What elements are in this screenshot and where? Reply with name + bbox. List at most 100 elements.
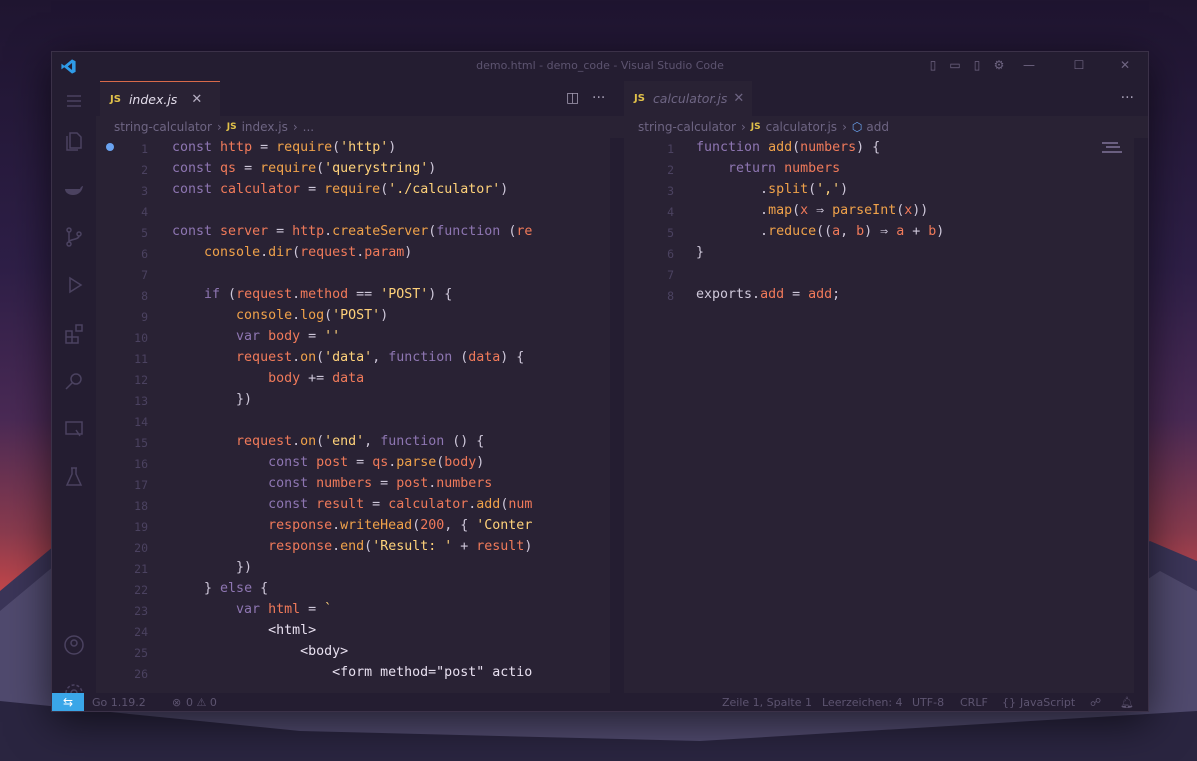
code-line[interactable]: var body = '' (172, 329, 340, 344)
notifications-bell-icon[interactable]: 🔔︎ (1120, 696, 1134, 709)
scrollbar-right[interactable] (1134, 138, 1148, 693)
code-line[interactable]: exports.add = add; (696, 287, 840, 302)
activity-bar (52, 81, 96, 702)
chevron-right-icon: › (740, 120, 746, 134)
testing-icon[interactable] (62, 465, 86, 489)
code-line[interactable]: <form method="post" actio (172, 665, 532, 680)
maximize-icon[interactable]: ☐ (1070, 56, 1088, 74)
code-line[interactable]: body += data (172, 371, 364, 386)
symbol-method-icon: ⬡ (851, 120, 863, 134)
menu-icon[interactable] (62, 89, 86, 113)
toggle-panel-icon[interactable]: ▭ (946, 56, 964, 74)
code-line[interactable]: if (request.method == 'POST') { (172, 287, 452, 302)
chevron-right-icon: › (216, 120, 222, 134)
line-number: 4 (141, 205, 148, 219)
code-line[interactable]: request.on('data', function (data) { (172, 350, 524, 365)
code-line[interactable]: } (696, 245, 704, 260)
code-line[interactable]: const http = require('http') (172, 140, 396, 155)
search-icon[interactable] (62, 369, 86, 393)
code-line[interactable]: const post = qs.parse(body) (172, 455, 484, 470)
code-line[interactable]: const result = calculator.add(num (172, 497, 532, 512)
line-number: 4 (667, 205, 674, 219)
code-line[interactable]: const calculator = require('./calculator… (172, 182, 508, 197)
code-line[interactable]: response.end('Result: ' + result) (172, 539, 532, 554)
code-line[interactable]: }) (172, 560, 252, 575)
more-actions-icon[interactable]: ··· (1121, 90, 1134, 106)
problems-icon[interactable]: ⊗ (172, 696, 181, 709)
close-tab-icon[interactable]: ✕ (191, 92, 202, 107)
customize-layout-icon[interactable]: ⚙ (990, 56, 1008, 74)
remote-indicator-icon[interactable]: ⇆ (52, 693, 84, 711)
line-number: 26 (134, 667, 148, 681)
line-ending[interactable]: CRLF (960, 696, 988, 709)
explorer-icon[interactable] (62, 129, 86, 153)
line-number: 12 (134, 373, 148, 387)
scrollbar-left[interactable] (610, 138, 624, 693)
line-number: 1 (141, 142, 148, 156)
source-control-icon[interactable] (62, 225, 86, 249)
line-number: 3 (141, 184, 148, 198)
breadcrumb-file[interactable]: index.js (242, 120, 288, 134)
breadcrumb-symbol[interactable]: add (866, 120, 889, 134)
code-editor-right[interactable]: 1 function add(numbers) {2 return numbers… (624, 140, 1148, 693)
code-line[interactable]: const server = http.createServer(functio… (172, 224, 532, 239)
feedback-icon[interactable]: ☍ (1090, 696, 1101, 709)
line-number: 3 (667, 184, 674, 198)
extensions-icon[interactable] (62, 321, 86, 345)
breadcrumb-folder[interactable]: string-calculator (638, 120, 736, 134)
code-line[interactable]: }) (172, 392, 252, 407)
line-number: 7 (667, 268, 674, 282)
line-number: 11 (134, 352, 148, 366)
line-number: 17 (134, 478, 148, 492)
go-version[interactable]: Go 1.19.2 (92, 696, 146, 709)
minimap[interactable] (1102, 141, 1132, 155)
line-number: 10 (134, 331, 148, 345)
code-line[interactable]: response.writeHead(200, { 'Conter (172, 518, 532, 533)
line-number: 8 (141, 289, 148, 303)
line-number: 5 (141, 226, 148, 240)
code-line[interactable]: const qs = require('querystring') (172, 161, 436, 176)
code-line[interactable]: console.dir(request.param) (172, 245, 412, 260)
code-line[interactable]: var html = ` (172, 602, 332, 617)
run-debug-icon[interactable] (62, 273, 86, 297)
line-number: 15 (134, 436, 148, 450)
code-line[interactable]: .map(x ⇒ parseInt(x)) (696, 203, 928, 218)
toggle-secondary-sidebar-icon[interactable]: ▯ (968, 56, 986, 74)
cursor-position[interactable]: Zeile 1, Spalte 1 (722, 696, 812, 709)
more-actions-icon[interactable]: ··· (592, 90, 605, 106)
remote-explorer-icon[interactable] (62, 417, 86, 441)
toggle-sidebar-icon[interactable]: ▯ (924, 56, 942, 74)
code-line[interactable]: console.log('POST') (172, 308, 388, 323)
breadcrumb-more[interactable]: ... (303, 120, 314, 134)
code-line[interactable]: function add(numbers) { (696, 140, 880, 155)
code-editor-left[interactable]: 1 const http = require('http') 2 const qs =… (96, 140, 624, 693)
js-file-icon: JS (750, 122, 761, 132)
split-editor-icon[interactable]: ◫ (566, 90, 579, 106)
code-line[interactable]: const numbers = post.numbers (172, 476, 492, 491)
line-number: 7 (141, 268, 148, 282)
encoding[interactable]: UTF-8 (912, 696, 944, 709)
line-number: 22 (134, 583, 148, 597)
problems-count[interactable]: 0 ⚠ 0 (186, 696, 217, 709)
close-tab-icon[interactable]: ✕ (733, 91, 744, 106)
code-line[interactable]: .split(',') (696, 182, 848, 197)
language-mode[interactable]: JavaScript (1020, 696, 1075, 709)
docker-icon[interactable] (62, 177, 86, 201)
breadcrumb-folder[interactable]: string-calculator (114, 120, 212, 134)
breadcrumb-file[interactable]: calculator.js (766, 120, 837, 134)
code-line[interactable]: <html> (172, 623, 316, 638)
code-line[interactable]: request.on('end', function () { (172, 434, 484, 449)
tab-index-js[interactable]: JS index.js ✕ (100, 81, 220, 116)
line-number: 19 (134, 520, 148, 534)
code-line[interactable]: <body> (172, 644, 348, 659)
minimize-icon[interactable]: — (1020, 56, 1038, 74)
code-line[interactable]: } else { (172, 581, 268, 596)
tab-calculator-js[interactable]: JS calculator.js ✕ (624, 81, 752, 116)
accounts-icon[interactable] (62, 633, 86, 657)
tab-label: calculator.js (652, 91, 728, 106)
close-window-icon[interactable]: ✕ (1116, 56, 1134, 74)
code-line[interactable]: .reduce((a, b) ⇒ a + b) (696, 224, 944, 239)
code-line[interactable]: return numbers (696, 161, 840, 176)
line-number: 5 (667, 226, 674, 240)
indentation[interactable]: Leerzeichen: 4 (822, 696, 903, 709)
